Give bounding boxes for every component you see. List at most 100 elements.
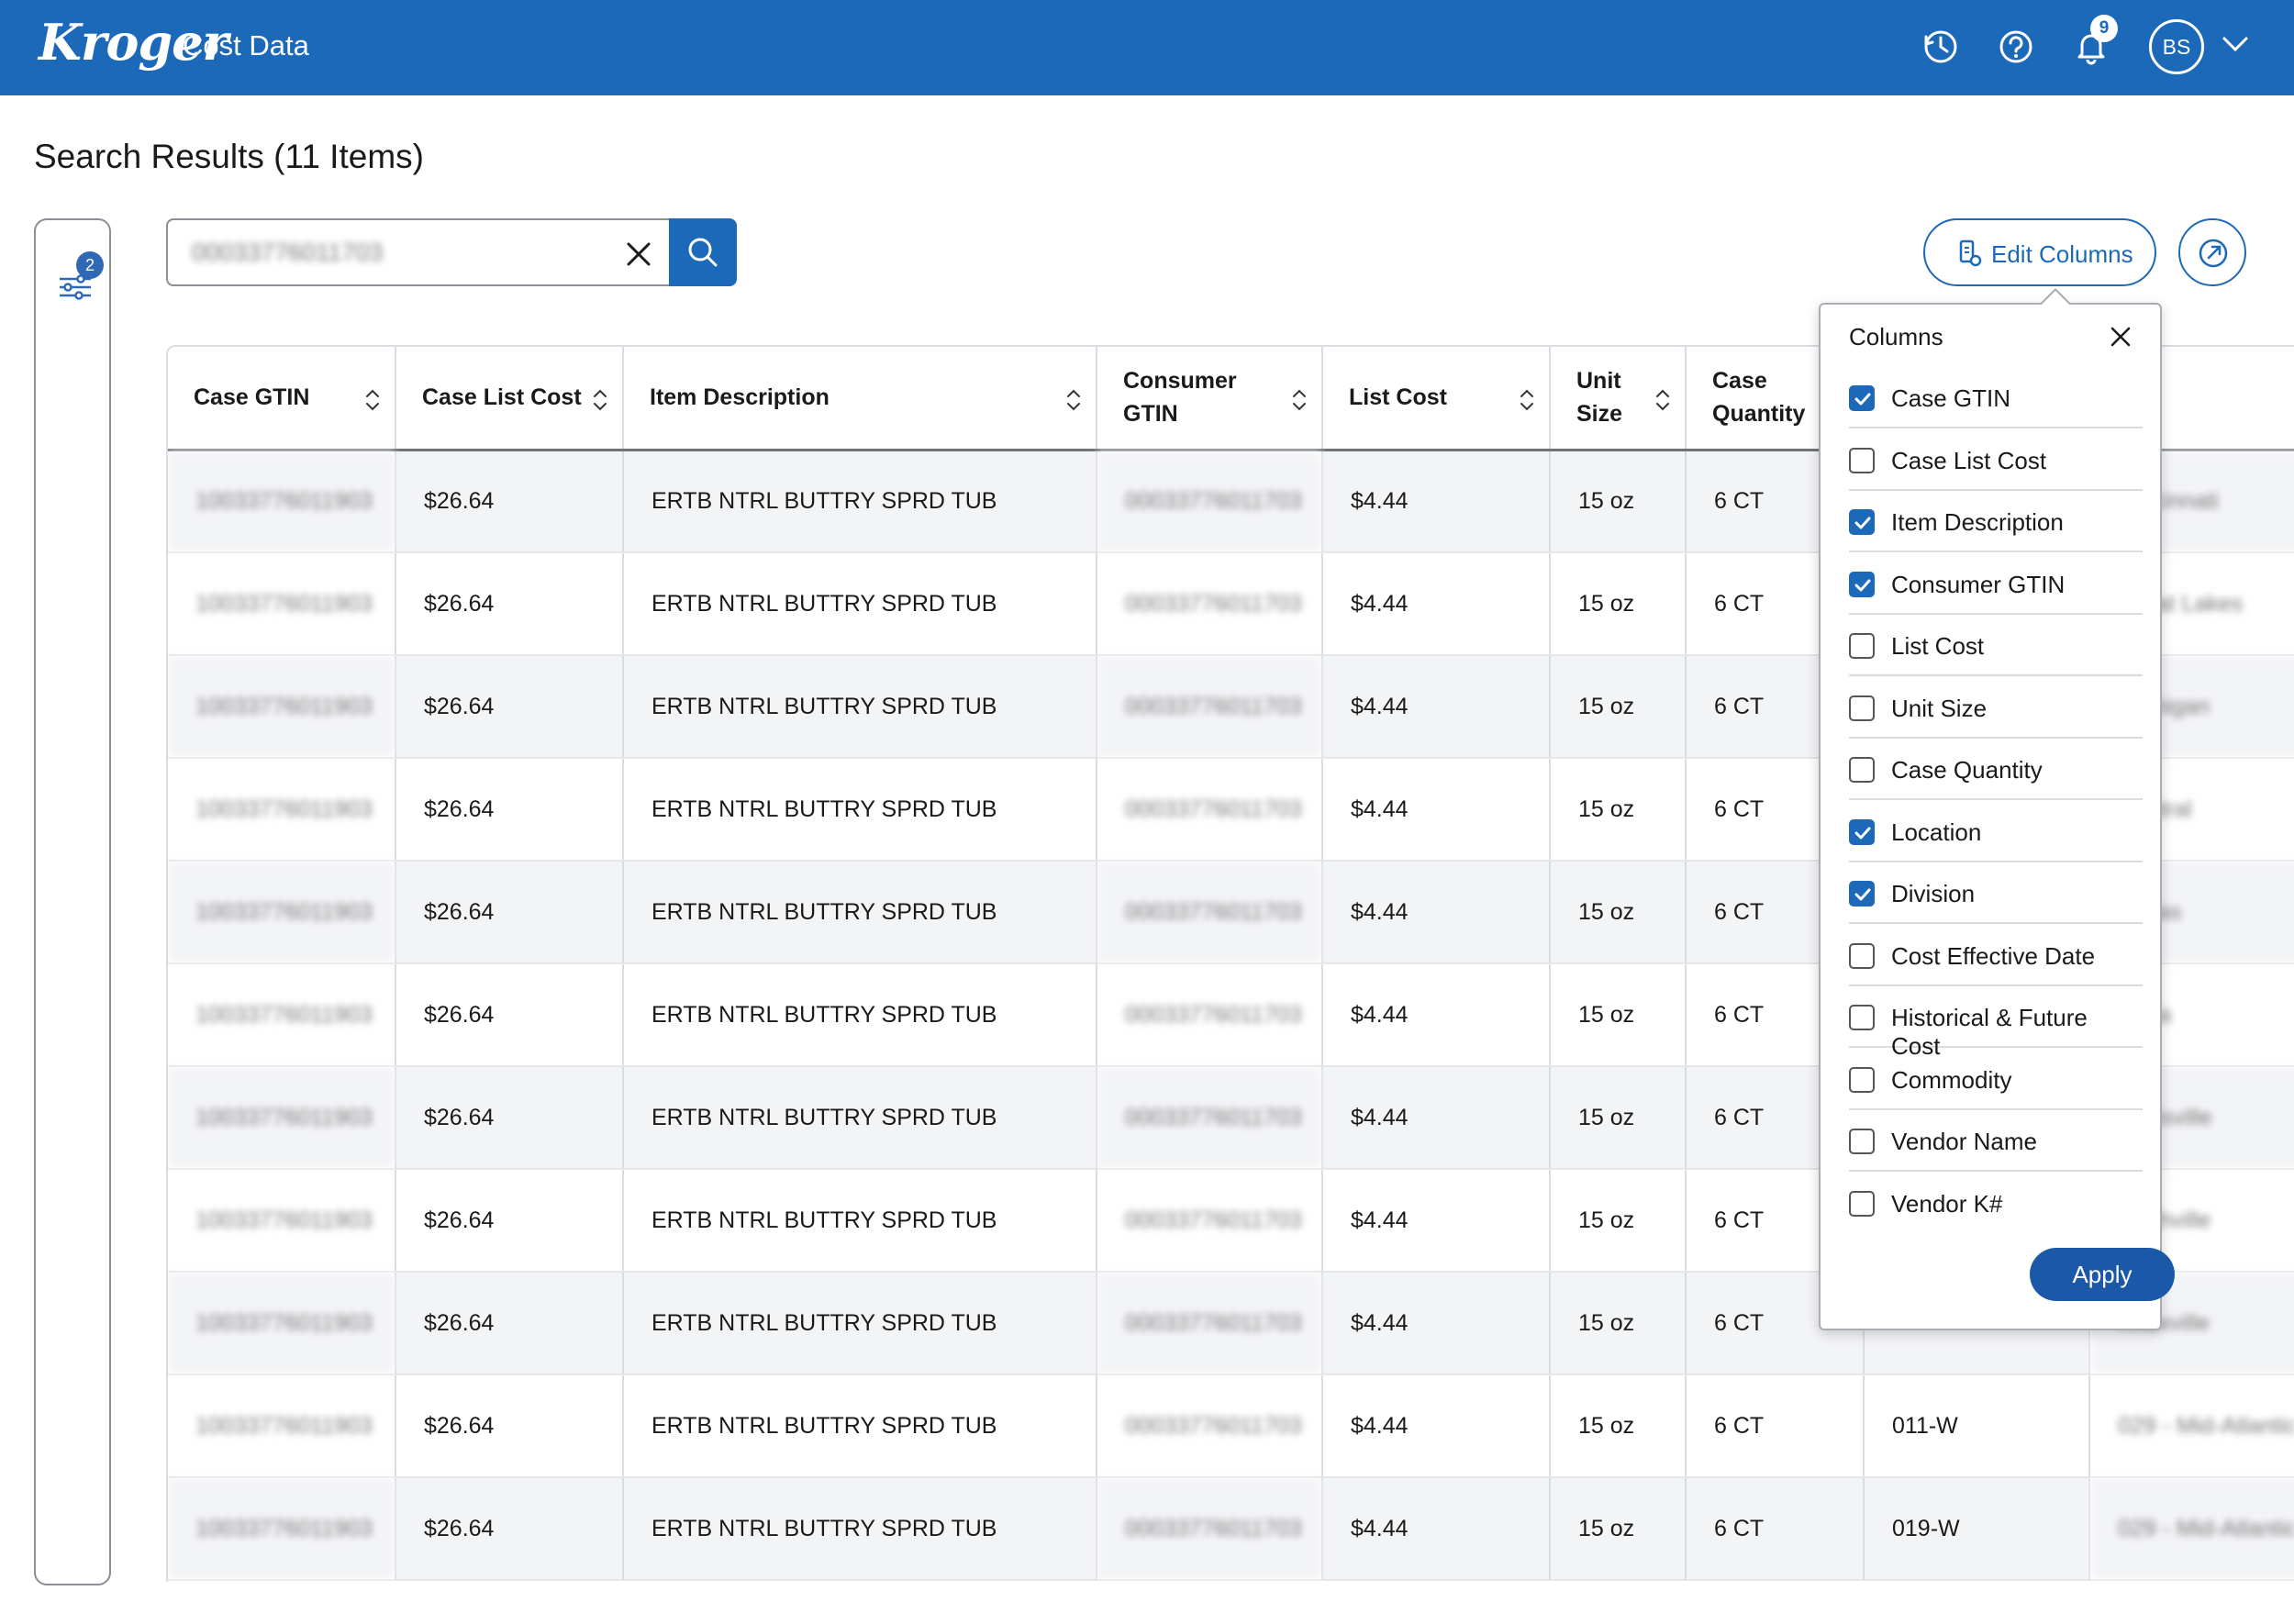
column-checkbox[interactable] [1849,509,1875,535]
table-row[interactable]: 10033776011903 $26.64 ERTB NTRL BUTTRY SPR… [168,1374,2294,1478]
external-link-icon [2199,239,2228,268]
column-option[interactable]: List Cost [1849,615,2143,676]
checkmark-icon [1854,888,1871,901]
table-cell: ERTB NTRL BUTTRY SPRD TUB [623,963,1097,1067]
column-option[interactable]: Case Quantity [1849,739,2143,800]
column-option[interactable]: Vendor K# [1849,1173,2143,1234]
table-cell: $26.64 [395,1272,624,1375]
user-avatar[interactable]: BS [2149,19,2204,74]
table-cell: 10033776011903 [168,1272,396,1375]
column-checkbox[interactable] [1849,881,1875,907]
columns-settings-icon [1959,239,1982,267]
sort-icon[interactable] [1064,387,1083,413]
table-cell: 15 oz [1550,1477,1687,1581]
table-cell: $4.44 [1322,1169,1551,1273]
table-cell: 10033776011903 [168,963,396,1067]
help-icon[interactable] [1993,24,2039,70]
search-button[interactable] [669,218,737,286]
table-cell: 10033776011903 [168,552,396,656]
table-cell: $26.64 [395,450,624,553]
table-cell: 00033776011703 [1097,861,1323,964]
column-option[interactable]: Historical & Future Cost [1849,986,2143,1060]
filter-panel[interactable]: 2 [34,218,111,1585]
column-header[interactable]: Case List Cost [395,347,624,451]
column-option[interactable]: Item Description [1849,491,2143,552]
table-cell: $26.64 [395,1169,624,1273]
column-header[interactable]: Case GTIN [168,347,396,451]
table-cell: 00033776011703 [1097,963,1323,1067]
column-header[interactable]: Consumer GTIN [1097,347,1323,451]
table-cell: 15 oz [1550,1374,1687,1478]
sort-icon[interactable] [1654,387,1672,413]
sort-icon[interactable] [1518,387,1536,413]
search-input[interactable]: 00033776011703 [166,218,669,286]
table-cell: ERTB NTRL BUTTRY SPRD TUB [623,1272,1097,1375]
checkmark-icon [1854,393,1871,406]
table-cell: $4.44 [1322,1374,1551,1478]
search-icon [688,238,718,267]
table-cell: 6 CT [1686,1374,1865,1478]
sort-icon[interactable] [363,387,382,413]
table-cell: 10033776011903 [168,1477,396,1581]
column-option-label: Vendor K# [1891,1189,2003,1218]
table-cell: 10033776011903 [168,758,396,862]
column-option[interactable]: Vendor Name [1849,1110,2143,1172]
apply-button[interactable]: Apply [2030,1248,2175,1301]
column-checkbox[interactable] [1849,385,1875,411]
table-cell: 15 oz [1550,450,1687,553]
app-title: Cost Data [183,29,309,61]
column-header[interactable]: List Cost [1322,347,1551,451]
column-option-label: Case List Cost [1891,446,2047,474]
table-cell: $4.44 [1322,1272,1551,1375]
column-checkbox[interactable] [1849,633,1875,659]
history-icon[interactable] [1918,24,1964,70]
table-cell: ERTB NTRL BUTTRY SPRD TUB [623,655,1097,759]
table-cell: 011-W [1864,1374,2090,1478]
column-checkbox[interactable] [1849,818,1875,845]
table-cell: 15 oz [1550,1272,1687,1375]
column-option[interactable]: Cost Effective Date [1849,925,2143,986]
column-checkbox[interactable] [1849,1005,1875,1030]
column-checkbox[interactable] [1849,1066,1875,1093]
export-button[interactable] [2178,218,2246,286]
table-cell: 00033776011703 [1097,552,1323,656]
table-cell: $4.44 [1322,861,1551,964]
column-option-label: Location [1891,818,1982,846]
table-cell: ERTB NTRL BUTTRY SPRD TUB [623,1477,1097,1581]
column-option[interactable]: Unit Size [1849,677,2143,739]
popup-arrow [2040,288,2071,319]
table-cell: 10033776011903 [168,450,396,553]
table-cell: ERTB NTRL BUTTRY SPRD TUB [623,450,1097,553]
table-cell: 00033776011703 [1097,1169,1323,1273]
column-checkbox[interactable] [1849,1190,1875,1217]
edit-columns-button[interactable]: Edit Columns [1923,218,2156,286]
column-option[interactable]: Commodity [1849,1049,2143,1110]
column-checkbox[interactable] [1849,695,1875,721]
chevron-down-icon[interactable] [2219,28,2252,61]
column-header-label: Consumer [1123,368,1237,395]
column-option[interactable]: Case GTIN [1849,367,2143,428]
column-option-label: Cost Effective Date [1891,941,2096,970]
sort-icon[interactable] [591,387,609,413]
column-option[interactable]: Case List Cost [1849,429,2143,491]
column-checkbox[interactable] [1849,757,1875,783]
column-checkbox[interactable] [1849,571,1875,597]
filter-count-badge: 2 [76,251,104,279]
column-option-label: Division [1891,880,1976,907]
table-cell: $4.44 [1322,1477,1551,1581]
table-row[interactable]: 10033776011903 $26.64 ERTB NTRL BUTTRY SPR… [168,1477,2294,1581]
column-checkbox[interactable] [1849,447,1875,473]
table-cell: 10033776011903 [168,655,396,759]
close-icon[interactable] [623,239,654,270]
column-header[interactable]: Unit Size [1550,347,1687,451]
column-option[interactable]: Division [1849,862,2143,924]
column-option[interactable]: Consumer GTIN [1849,553,2143,615]
column-header[interactable]: Item Description [623,347,1097,451]
sort-icon[interactable] [1290,387,1308,413]
close-icon[interactable] [2107,323,2134,350]
column-option[interactable]: Location [1849,801,2143,862]
table-cell: 6 CT [1686,1477,1865,1581]
column-header-label: Unit [1576,368,1621,395]
column-checkbox[interactable] [1849,1129,1875,1154]
column-checkbox[interactable] [1849,942,1875,969]
